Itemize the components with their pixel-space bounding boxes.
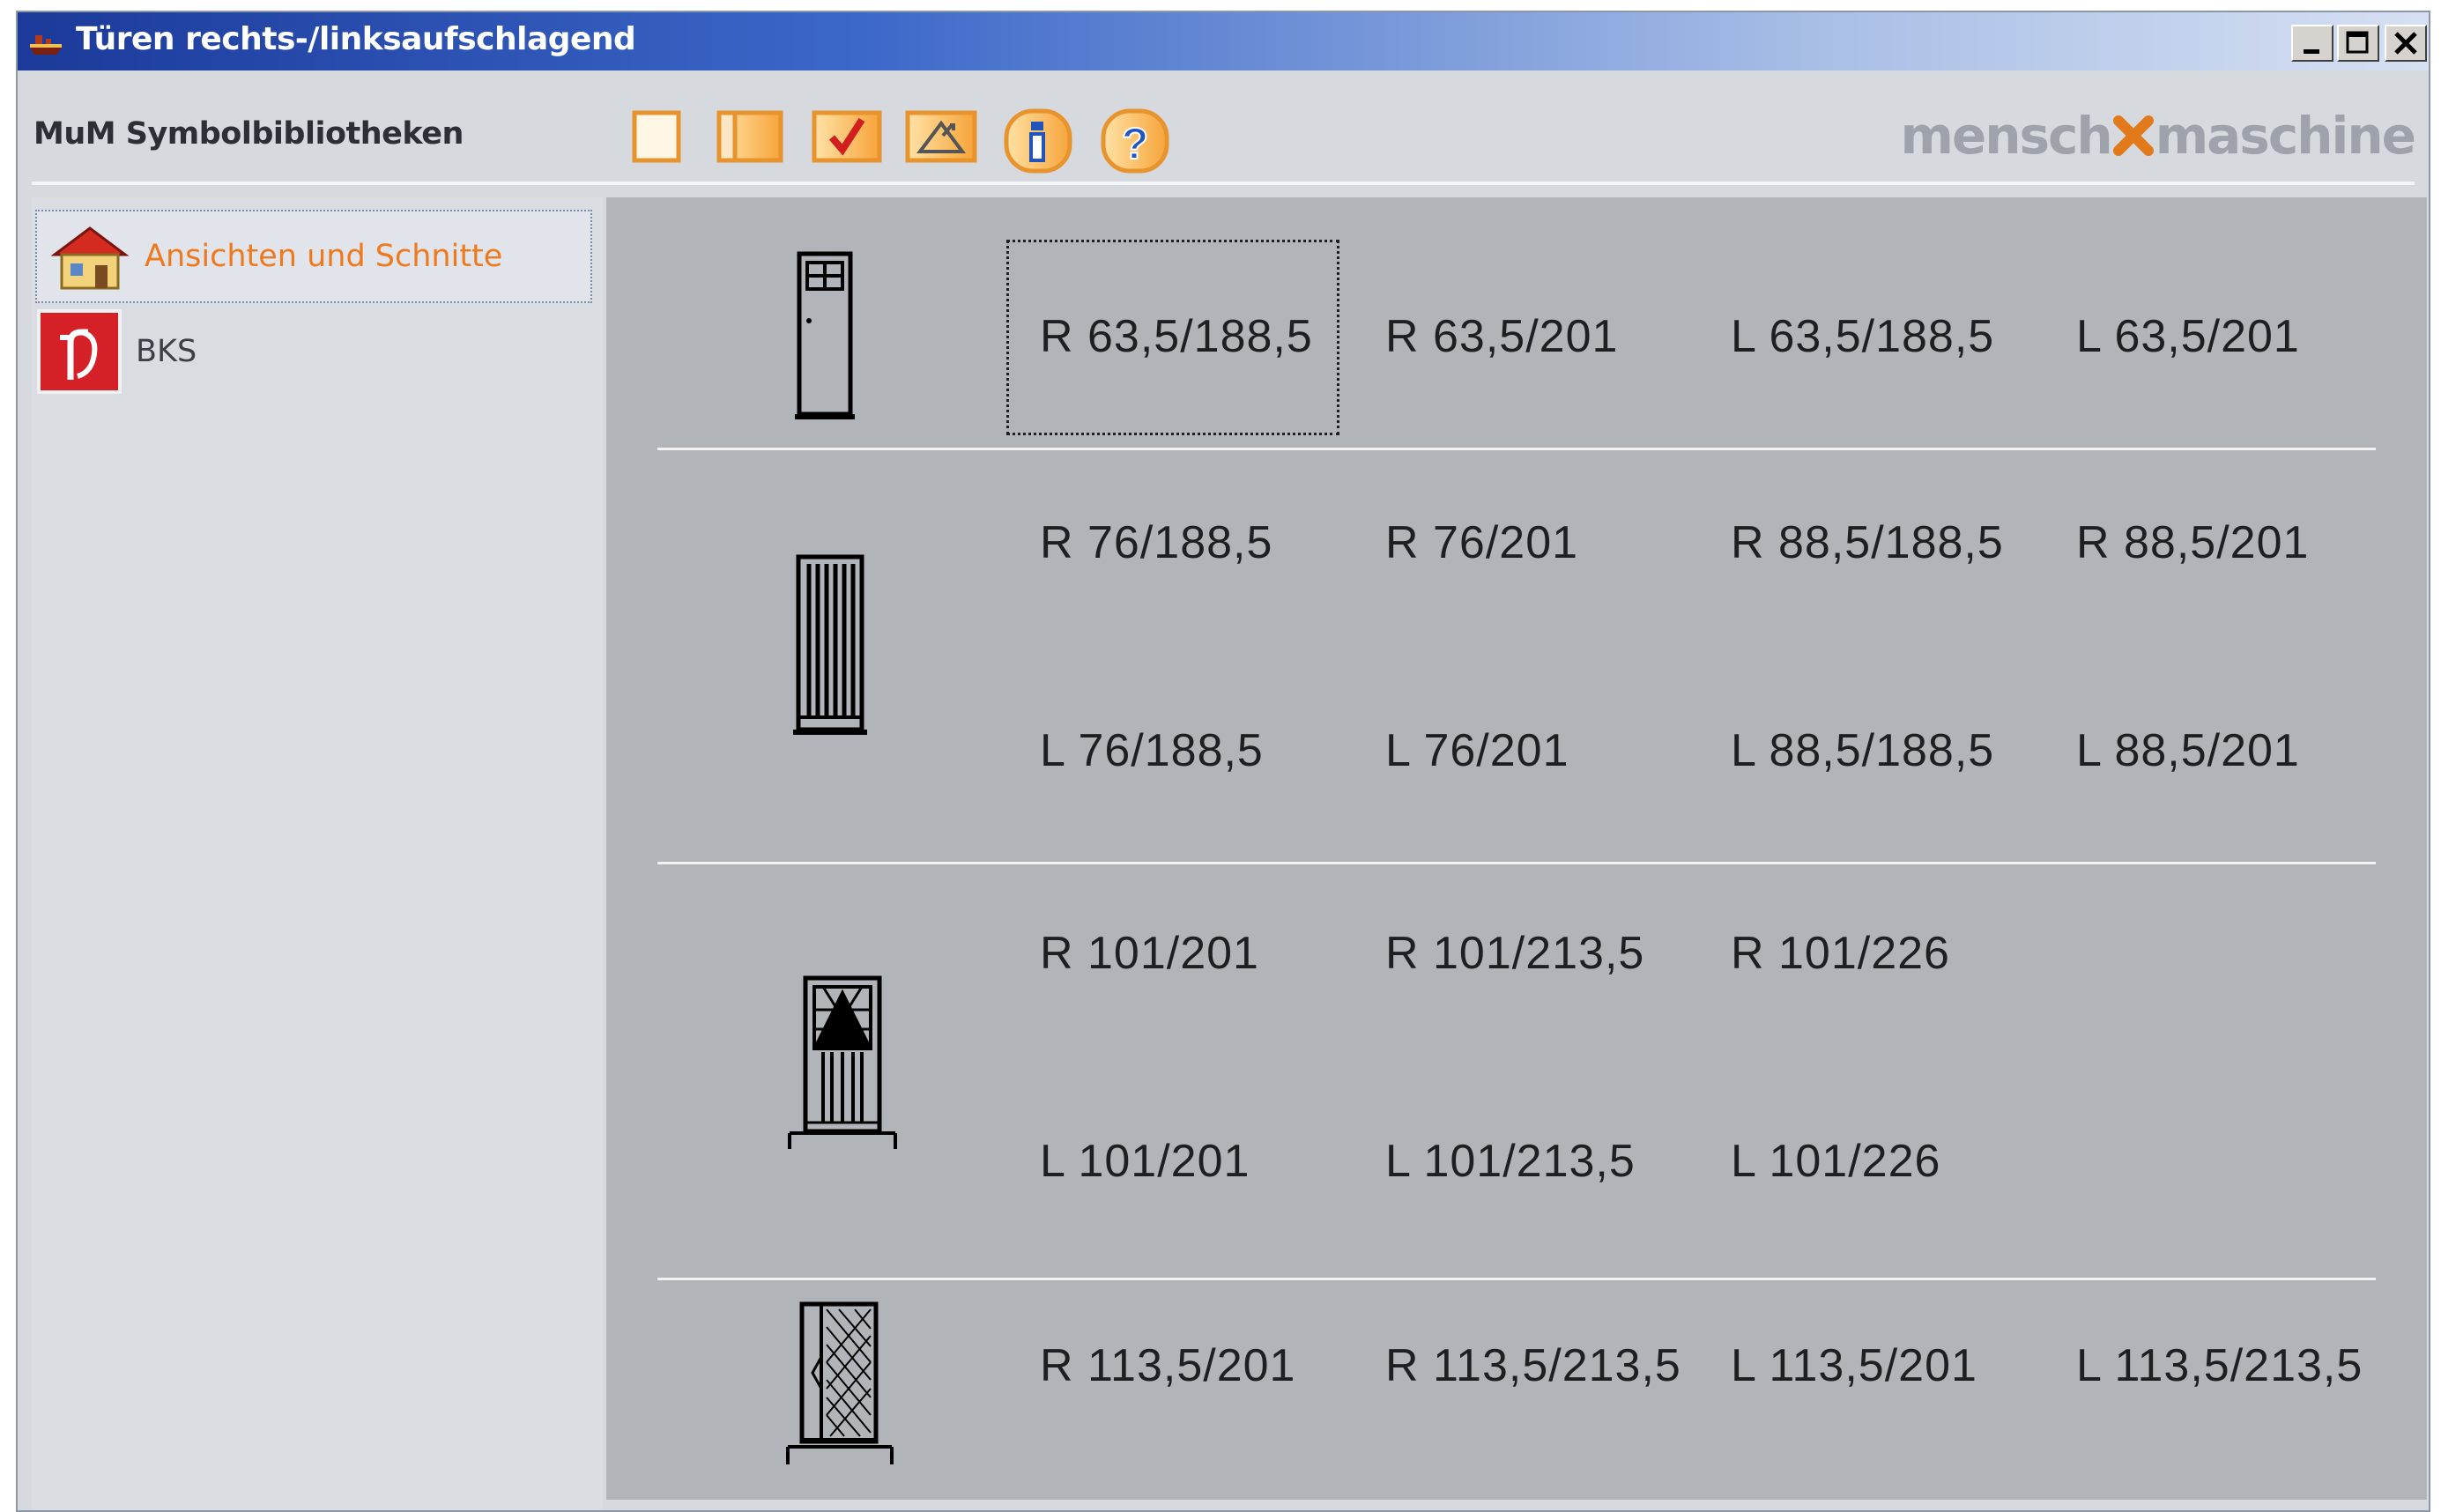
- brand-right: maschine: [2155, 106, 2416, 166]
- group-separator: [657, 448, 2376, 450]
- group-separator: [657, 862, 2376, 864]
- symbol-r-101-213-5[interactable]: R 101/213,5: [1385, 927, 1644, 980]
- group-separator: [657, 1278, 2376, 1280]
- symbol-r-88-5-188-5[interactable]: R 88,5/188,5: [1731, 516, 2004, 569]
- sidebar: Ansichten und Schnitte BKS: [32, 197, 603, 1510]
- app-window: Türen rechts-/linksaufschlagend MuM Symb…: [16, 11, 2430, 1512]
- symbol-l-101-201[interactable]: L 101/201: [1040, 1135, 1250, 1188]
- warning-house-icon[interactable]: [904, 107, 980, 166]
- door-striped-icon[interactable]: [793, 553, 867, 738]
- sidebar-item-label: BKS: [136, 334, 197, 369]
- symbol-panel: R 63,5/188,5 R 63,5/201 L 63,5/188,5 L 6…: [606, 197, 2427, 1500]
- symbol-l-63-5-201[interactable]: L 63,5/201: [2076, 310, 2300, 363]
- minimize-icon: [2304, 49, 2319, 54]
- door-sidelight-icon[interactable]: [786, 1301, 895, 1473]
- symbol-l-113-5-213-5[interactable]: L 113,5/213,5: [2076, 1339, 2363, 1392]
- symbol-r-63-5-201[interactable]: R 63,5/201: [1385, 310, 1618, 363]
- close-icon: [2394, 32, 2417, 55]
- checkmark-icon[interactable]: [811, 107, 885, 166]
- symbol-l-88-5-201[interactable]: L 88,5/201: [2076, 724, 2300, 777]
- minimize-button[interactable]: [2291, 25, 2333, 62]
- sidebar-item-bks[interactable]: BKS: [35, 305, 592, 398]
- symbol-l-76-201[interactable]: L 76/201: [1385, 724, 1569, 777]
- door-window-icon[interactable]: [795, 250, 857, 423]
- house-icon: [50, 226, 130, 290]
- symbol-r-101-201[interactable]: R 101/201: [1040, 927, 1259, 980]
- brand-logo: mensch maschine: [1900, 106, 2416, 166]
- title-bar[interactable]: Türen rechts-/linksaufschlagend: [18, 12, 2429, 70]
- toolbar-divider: [32, 182, 2415, 185]
- symbol-r-63-5-188-5[interactable]: R 63,5/188,5: [1040, 310, 1313, 363]
- symbol-l-76-188-5[interactable]: L 76/188,5: [1040, 724, 1264, 777]
- symbol-r-101-226[interactable]: R 101/226: [1731, 927, 1950, 980]
- info-icon[interactable]: [1001, 107, 1075, 174]
- symbol-l-88-5-188-5[interactable]: L 88,5/188,5: [1731, 724, 1994, 777]
- ship-icon: [30, 35, 62, 55]
- symbol-r-113-5-213-5[interactable]: R 113,5/213,5: [1385, 1339, 1680, 1392]
- door-ornamental-icon[interactable]: [788, 975, 897, 1153]
- symbol-l-113-5-201[interactable]: L 113,5/201: [1731, 1339, 1977, 1392]
- maximize-button[interactable]: [2337, 25, 2379, 62]
- symbol-r-76-201[interactable]: R 76/201: [1385, 516, 1578, 569]
- symbol-r-113-5-201[interactable]: R 113,5/201: [1040, 1339, 1295, 1392]
- fire-extinguisher-icon: [37, 309, 122, 394]
- symbol-l-101-213-5[interactable]: L 101/213,5: [1385, 1135, 1636, 1188]
- blank-page-icon[interactable]: [631, 107, 686, 166]
- svg-text:?: ?: [1122, 119, 1149, 168]
- library-label: MuM Symbolbibliotheken: [33, 116, 464, 152]
- brand-cross-icon: [2112, 115, 2154, 156]
- window-title: Türen rechts-/linksaufschlagend: [76, 21, 636, 57]
- brand-left: mensch: [1900, 106, 2112, 166]
- book-icon[interactable]: [716, 107, 786, 166]
- symbol-l-63-5-188-5[interactable]: L 63,5/188,5: [1731, 310, 1994, 363]
- help-icon[interactable]: ?: [1098, 107, 1172, 174]
- maximize-icon: [2346, 31, 2369, 54]
- close-button[interactable]: [2385, 25, 2427, 62]
- symbol-r-88-5-201[interactable]: R 88,5/201: [2076, 516, 2309, 569]
- sidebar-item-ansichten[interactable]: Ansichten und Schnitte: [35, 210, 592, 303]
- symbol-l-101-226[interactable]: L 101/226: [1731, 1135, 1940, 1188]
- sidebar-item-label: Ansichten und Schnitte: [145, 239, 503, 274]
- symbol-r-76-188-5[interactable]: R 76/188,5: [1040, 516, 1272, 569]
